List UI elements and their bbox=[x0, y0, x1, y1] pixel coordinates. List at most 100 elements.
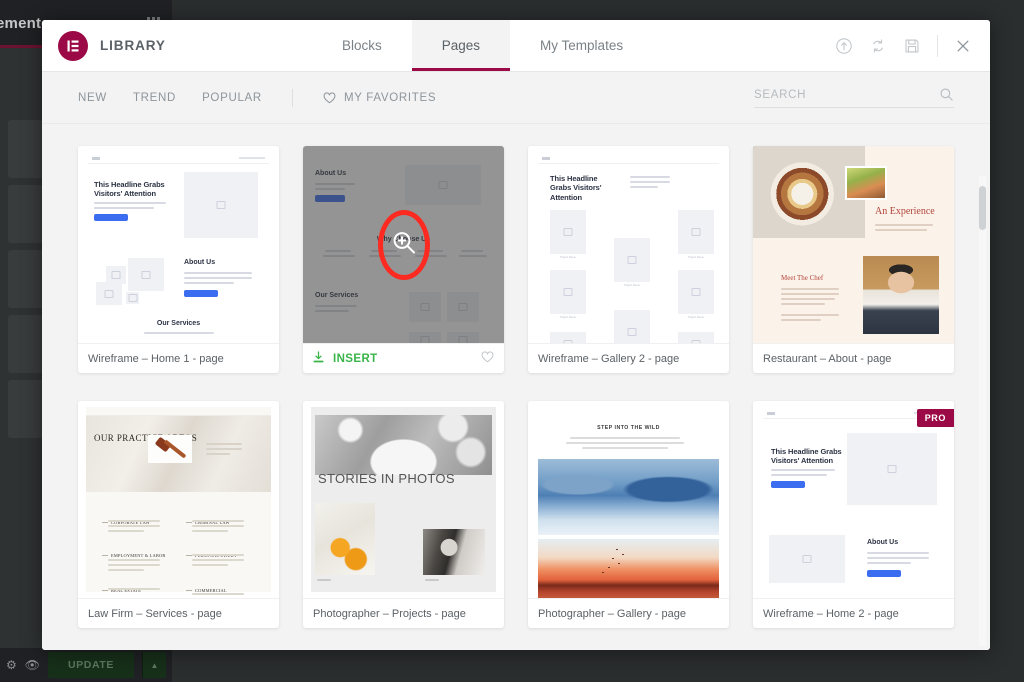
template-card-footer: Wireframe – Gallery 2 - page bbox=[528, 344, 729, 373]
photographer-projects-preview: STORIES IN PHOTOS bbox=[311, 407, 496, 592]
tab-my-templates[interactable]: My Templates bbox=[510, 20, 653, 71]
header-divider bbox=[937, 34, 938, 57]
chevron-up-icon[interactable]: ▲ bbox=[142, 652, 166, 678]
template-card-law-firm-services[interactable]: OUR PRACTICE AREAS CORPORATE LAW CRIMINA… bbox=[78, 401, 279, 628]
preview-heading-experience: An Experience bbox=[875, 206, 935, 217]
template-grid-container[interactable]: This Headline Grabs Visitors' Attention … bbox=[42, 124, 990, 650]
preview-heading-chef: Meet The Chef bbox=[781, 274, 824, 282]
template-card-footer: Restaurant – About - page bbox=[753, 344, 954, 373]
template-card-photographer-gallery[interactable]: STEP INTO THE WILD Photographer – Galler… bbox=[528, 401, 729, 628]
wireframe-preview: This Headline Grabs Visitors' Attention … bbox=[763, 409, 944, 590]
insert-button-label[interactable]: INSERT bbox=[333, 353, 378, 365]
lawfirm-preview: OUR PRACTICE AREAS CORPORATE LAW CRIMINA… bbox=[86, 407, 271, 595]
template-card-footer: Wireframe – Home 2 - page bbox=[753, 599, 954, 628]
template-thumbnail[interactable]: OUR PRACTICE AREAS CORPORATE LAW CRIMINA… bbox=[78, 401, 279, 599]
upload-icon[interactable] bbox=[835, 37, 853, 55]
modal-scrollbar[interactable] bbox=[979, 176, 986, 646]
preview-caption: Project Name bbox=[560, 256, 576, 259]
preview-headline: This Headline Grabs Visitors' Attention bbox=[550, 174, 602, 202]
heart-icon bbox=[323, 91, 336, 103]
preview-caption: Project Name bbox=[560, 316, 576, 319]
template-card-footer: Law Firm – Services - page bbox=[78, 599, 279, 628]
filter-my-favorites-label: MY FAVORITES bbox=[343, 91, 437, 104]
template-name: Wireframe – Home 2 - page bbox=[763, 607, 899, 620]
preview-section-about: About Us bbox=[867, 539, 899, 546]
search-input[interactable] bbox=[754, 88, 939, 101]
preview-section-about: About Us bbox=[184, 259, 216, 266]
preview-section-services: Our Services bbox=[156, 320, 201, 327]
preview-caption: Project Name bbox=[688, 256, 704, 259]
pro-badge: PRO bbox=[916, 409, 954, 427]
template-thumbnail[interactable]: About Us Why Choose Us Our Services bbox=[303, 146, 504, 344]
template-name: Photographer – Projects - page bbox=[313, 607, 466, 620]
template-name: Photographer – Gallery - page bbox=[538, 607, 686, 620]
template-card-restaurant-about[interactable]: An Experience Meet The Chef Restaurant –… bbox=[753, 146, 954, 373]
template-card-wireframe-home-1[interactable]: This Headline Grabs Visitors' Attention … bbox=[78, 146, 279, 373]
photo-sunset bbox=[538, 539, 719, 598]
download-icon[interactable] bbox=[313, 351, 324, 366]
restaurant-preview: An Experience Meet The Chef bbox=[753, 146, 954, 343]
photographer-gallery-preview: STEP INTO THE WILD bbox=[536, 407, 721, 598]
modal-action-icons bbox=[835, 20, 990, 71]
sync-icon[interactable] bbox=[869, 37, 887, 55]
filter-links: NEW TREND POPULAR MY FAVORITES bbox=[78, 88, 436, 107]
library-toolbar: NEW TREND POPULAR MY FAVORITES bbox=[42, 72, 990, 124]
photo-snow-mountain bbox=[538, 459, 719, 535]
preview-caption: Project Name bbox=[688, 316, 704, 319]
preview-heading: STORIES IN PHOTOS bbox=[318, 471, 455, 486]
practice-area-item: EMPLOYMENT & LABOR bbox=[102, 553, 166, 558]
template-grid: This Headline Grabs Visitors' Attention … bbox=[78, 146, 954, 628]
tab-blocks[interactable]: Blocks bbox=[312, 20, 412, 71]
template-thumbnail[interactable]: This Headline Grabs Visitors' Attention … bbox=[78, 146, 279, 344]
template-card-photographer-projects[interactable]: STORIES IN PHOTOS Photographer – Project… bbox=[303, 401, 504, 628]
modal-header: LIBRARY Blocks Pages My Templates bbox=[42, 20, 990, 72]
photo-bw-portrait bbox=[423, 529, 485, 575]
dish-photo bbox=[845, 166, 887, 200]
wireframe-preview: This Headline Grabs Visitors' Attention … bbox=[538, 154, 719, 343]
template-name: Wireframe – Home 1 - page bbox=[88, 352, 224, 365]
filter-new[interactable]: NEW bbox=[78, 92, 107, 104]
library-brand: LIBRARY bbox=[42, 20, 312, 71]
template-card-wireframe-about-hovered[interactable]: About Us Why Choose Us Our Services INSE… bbox=[303, 146, 504, 373]
template-card-footer: Photographer – Gallery - page bbox=[528, 599, 729, 628]
template-card-wireframe-home-2[interactable]: PRO This Headline Grabs Visitors' Attent… bbox=[753, 401, 954, 628]
eye-icon[interactable]: 👁 bbox=[25, 658, 40, 672]
zoom-in-icon[interactable] bbox=[391, 229, 417, 260]
tab-pages[interactable]: Pages bbox=[411, 20, 511, 71]
save-icon[interactable] bbox=[903, 37, 921, 55]
preview-heading: STEP INTO THE WILD bbox=[597, 425, 660, 431]
scrollbar-thumb[interactable] bbox=[979, 186, 986, 230]
template-name: Law Firm – Services - page bbox=[88, 607, 222, 620]
template-card-wireframe-gallery-2[interactable]: This Headline Grabs Visitors' Attention … bbox=[528, 146, 729, 373]
template-thumbnail[interactable]: STORIES IN PHOTOS bbox=[303, 401, 504, 599]
search-icon[interactable] bbox=[939, 87, 954, 102]
preview-section-services: Our Services bbox=[315, 292, 359, 299]
elementor-logo-icon bbox=[58, 30, 88, 61]
settings-icon[interactable]: ⚙ bbox=[6, 658, 17, 672]
library-title: LIBRARY bbox=[100, 38, 166, 53]
preview-caption: Project Name bbox=[624, 284, 640, 287]
template-thumbnail[interactable]: This Headline Grabs Visitors' Attention … bbox=[753, 401, 954, 599]
editor-panel-footer: ⚙ 👁 UPDATE ▲ bbox=[0, 648, 172, 682]
search-field[interactable] bbox=[754, 87, 954, 108]
photo-bw-flowers bbox=[315, 415, 492, 475]
wireframe-preview: This Headline Grabs Visitors' Attention … bbox=[88, 154, 269, 335]
preview-section-about: About Us bbox=[315, 170, 347, 177]
template-thumbnail[interactable]: This Headline Grabs Visitors' Attention … bbox=[528, 146, 729, 344]
close-icon[interactable] bbox=[954, 37, 972, 55]
preview-headline: This Headline Grabs Visitors' Attention bbox=[94, 180, 165, 199]
template-name: Wireframe – Gallery 2 - page bbox=[538, 352, 680, 365]
template-card-footer: INSERT bbox=[303, 344, 504, 373]
filter-my-favorites[interactable]: MY FAVORITES bbox=[323, 92, 436, 104]
filter-divider bbox=[291, 88, 293, 107]
filter-trend[interactable]: TREND bbox=[133, 92, 176, 104]
filter-popular[interactable]: POPULAR bbox=[202, 92, 262, 104]
template-thumbnail[interactable]: STEP INTO THE WILD bbox=[528, 401, 729, 599]
update-button[interactable]: UPDATE bbox=[48, 652, 134, 678]
favorite-heart-icon[interactable] bbox=[481, 351, 494, 366]
preview-headline: This Headline Grabs Visitors' Attention bbox=[771, 447, 842, 466]
template-card-footer: Photographer – Projects - page bbox=[303, 599, 504, 628]
template-library-modal: LIBRARY Blocks Pages My Templates NEW TR… bbox=[42, 20, 990, 650]
template-card-footer: Wireframe – Home 1 - page bbox=[78, 344, 279, 373]
template-thumbnail[interactable]: An Experience Meet The Chef bbox=[753, 146, 954, 344]
